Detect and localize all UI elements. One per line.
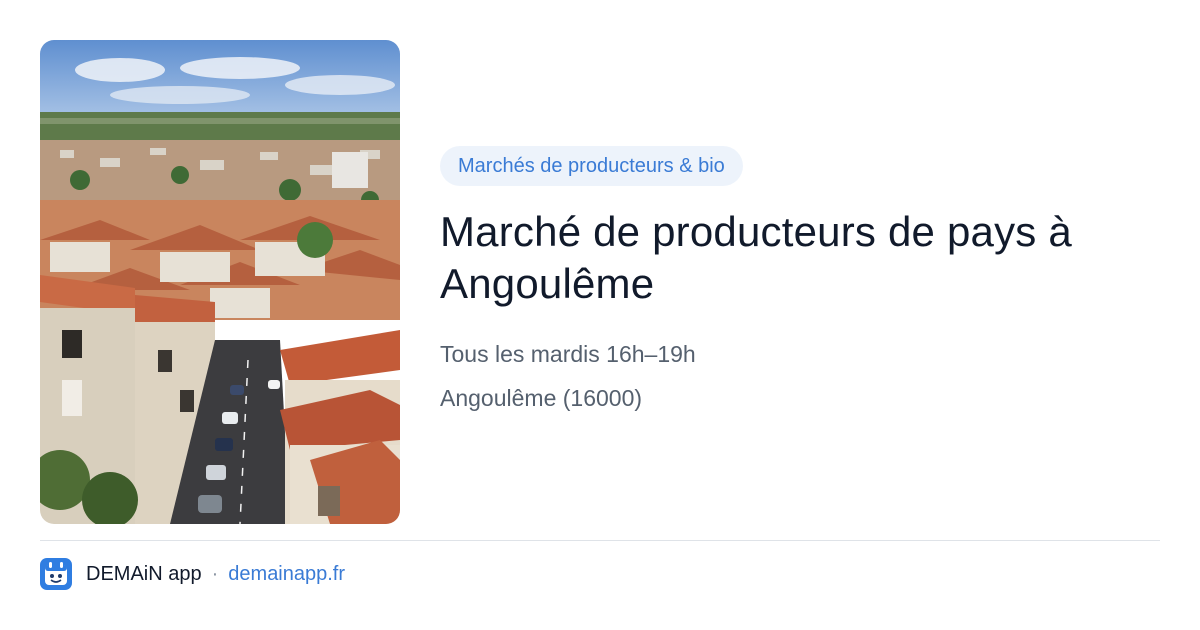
app-name: DEMAiN app: [86, 562, 202, 585]
footer-separator: ·: [211, 562, 219, 585]
event-photo: [40, 40, 400, 524]
event-location: Angoulême (16000): [440, 385, 643, 411]
footer-divider: [40, 540, 1160, 541]
app-logo-icon: [40, 558, 72, 590]
cityscape-photo: [40, 40, 400, 524]
event-details: Marchés de producteurs & bio Marché de p…: [440, 146, 1160, 412]
footer: DEMAiN app · demainapp.fr: [40, 558, 345, 590]
event-title: Marché de producteurs de pays à Angoulêm…: [440, 208, 1072, 307]
category-badge[interactable]: Marchés de producteurs & bio: [440, 146, 743, 186]
domain-link[interactable]: demainapp.fr: [228, 563, 345, 586]
event-schedule: Tous les mardis 16h–19h: [440, 341, 696, 367]
